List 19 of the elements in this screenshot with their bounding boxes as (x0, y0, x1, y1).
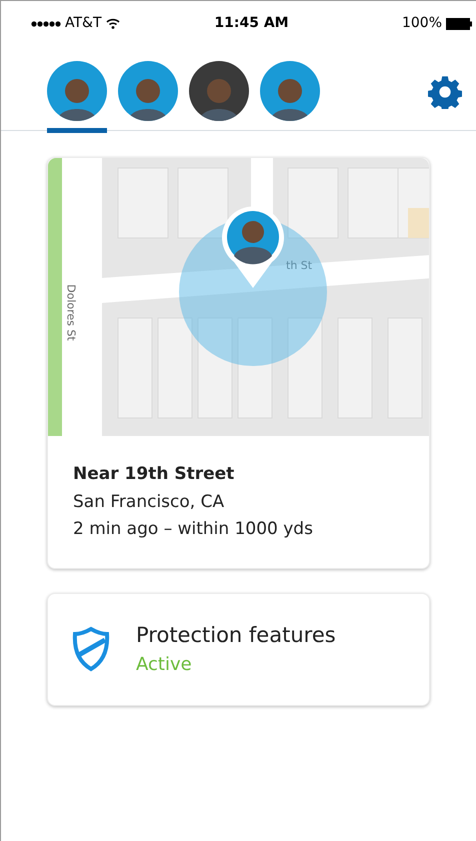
location-detail: 2 min ago – within 1000 yds (73, 518, 314, 541)
protection-status: Active (136, 653, 193, 678)
street-label: Dolores St (63, 284, 78, 341)
profile-tab[interactable] (47, 61, 107, 133)
shield-icon (72, 626, 110, 672)
location-name: Near 19th Street (73, 463, 236, 486)
location-card[interactable]: Dolores St th St Near 19th Street San Francisco, CA 2 min ago – within 1000 yds (47, 157, 430, 568)
protection-card[interactable]: Protection features Active (47, 592, 430, 706)
signal-dots-icon (31, 20, 61, 26)
selected-tab-indicator (47, 128, 107, 133)
carrier-name: AT&T (65, 14, 102, 33)
status-time: 11:45 AM (214, 14, 289, 33)
settings-icon[interactable] (428, 75, 462, 109)
wifi-icon (106, 18, 120, 29)
battery-icon (446, 18, 472, 30)
location-city: San Francisco, CA (73, 490, 226, 514)
protection-title: Protection features (136, 622, 336, 649)
battery-percentage: 100% (402, 14, 442, 33)
street-label: th St (286, 258, 312, 274)
